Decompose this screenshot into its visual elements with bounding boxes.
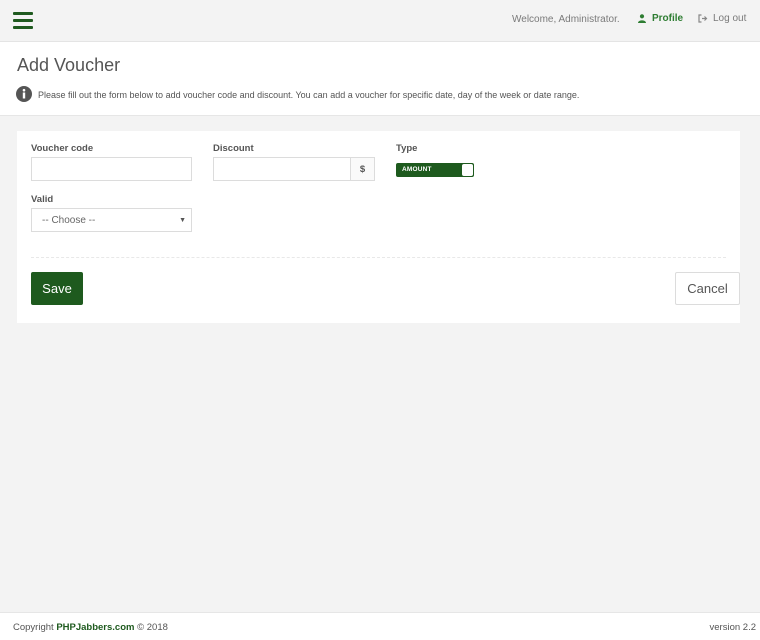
page-title: Add Voucher [17,55,121,75]
valid-select[interactable]: -- Choose -- ▼ [31,208,192,232]
copyright-suffix: © 2018 [134,622,168,633]
copyright-prefix: Copyright [13,622,57,633]
save-button[interactable]: Save [31,272,83,305]
currency-addon: $ [351,157,375,181]
sign-out-icon [698,14,708,23]
info-icon [16,86,32,102]
type-toggle[interactable]: AMOUNT [396,163,474,177]
valid-selected-value: -- Choose -- [42,214,96,226]
top-bar: Welcome, Administrator. Profile Log out [0,0,760,42]
form-divider [31,257,726,258]
version-text: version 2.2 [709,622,756,633]
footer: Copyright PHPJabbers.com © 2018 version … [0,612,760,640]
copyright: Copyright PHPJabbers.com © 2018 [13,622,168,633]
cancel-button[interactable]: Cancel [675,272,740,305]
user-icon [638,14,646,23]
discount-input[interactable] [213,157,351,181]
valid-label: Valid [31,194,54,205]
info-text: Please fill out the form below to add vo… [38,90,580,100]
type-label: Type [396,143,418,154]
chevron-down-icon: ▼ [179,217,186,224]
voucher-form-panel: Voucher code Discount $ Type AMOUNT Vali… [17,131,740,323]
type-toggle-label: AMOUNT [402,166,432,173]
hamburger-icon[interactable] [13,12,33,29]
voucher-code-input[interactable] [31,157,192,181]
profile-label: Profile [652,13,684,24]
discount-label: Discount [213,143,254,154]
brand-link[interactable]: PHPJabbers.com [56,622,134,633]
logout-label: Log out [713,13,747,24]
profile-link[interactable]: Profile [638,13,683,24]
welcome-text: Welcome, Administrator. [512,14,620,25]
page-header: Add Voucher Please fill out the form bel… [0,42,760,116]
logout-link[interactable]: Log out [698,13,746,24]
voucher-code-label: Voucher code [31,143,94,154]
toggle-knob [462,164,473,176]
